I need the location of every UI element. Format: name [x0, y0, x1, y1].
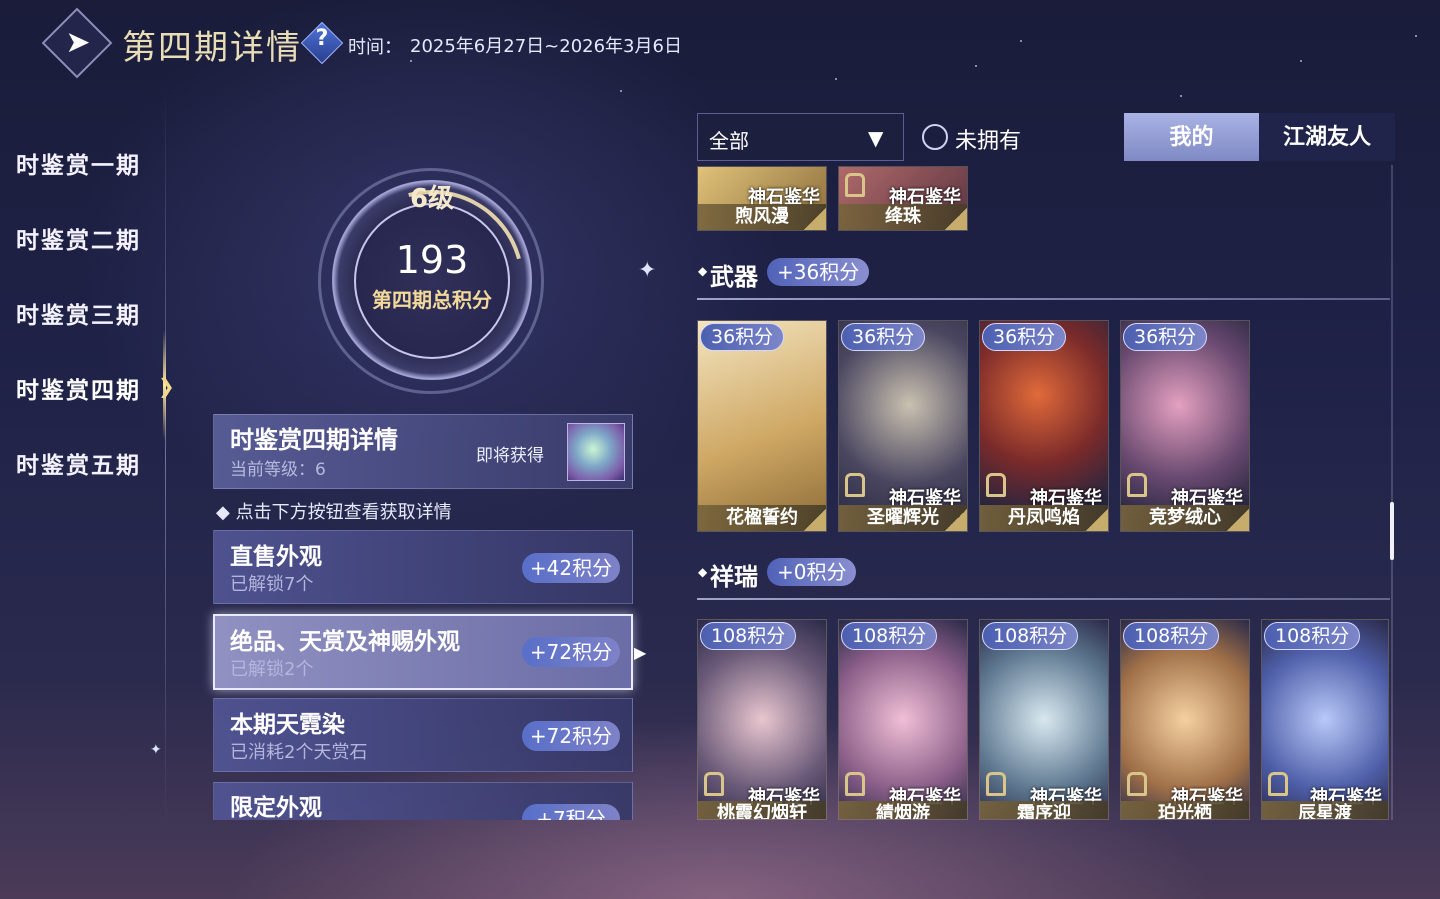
item-card[interactable]: 36积分 神石鉴华 丹凤鸣焰: [979, 320, 1109, 532]
hint-text: ◆ 点击下方按钮查看获取详情: [216, 502, 452, 523]
item-card[interactable]: 神石鉴华 绛珠: [838, 166, 968, 231]
unowned-label[interactable]: 未拥有: [955, 123, 1021, 155]
total-score-label: 第四期总积分: [372, 288, 492, 312]
sidebar-item-period-2[interactable]: 时鉴赏二期: [16, 221, 141, 255]
selected-arrow-icon: ▶: [634, 643, 647, 662]
source-points-badge: +72积分: [522, 637, 620, 667]
total-score: 193: [395, 238, 469, 282]
sidebar-item-period-5[interactable]: 时鉴赏五期: [16, 446, 141, 480]
item-card[interactable]: 108积分 神石鉴华 辰星渡: [1261, 619, 1389, 820]
item-card[interactable]: 神石鉴华 煦风漫: [697, 166, 827, 231]
section-divider: [697, 598, 1390, 600]
item-card[interactable]: 36积分 神石鉴华 竞梦绒心: [1120, 320, 1250, 532]
level-label: 6级: [409, 184, 455, 214]
sidebar-item-period-1[interactable]: 时鉴赏一期: [16, 146, 141, 180]
source-subtitle: 已解锁7个: [230, 574, 314, 595]
source-title: 绝品、天赏及神赐外观: [230, 628, 460, 655]
active-marker-icon: ❯: [158, 374, 175, 398]
source-list-clip: 限定外观 +7积分: [213, 782, 633, 820]
source-subtitle: 已解锁2个: [230, 659, 314, 680]
page-title: 第四期详情: [122, 28, 302, 68]
lock-icon: [845, 772, 865, 796]
source-points-badge: +7积分: [522, 804, 620, 820]
item-card[interactable]: 108积分 神石鉴华 霜序迎: [979, 619, 1109, 820]
sidebar-divider: [165, 85, 166, 830]
lock-icon: [704, 772, 724, 796]
source-points-badge: +42积分: [522, 553, 620, 583]
time-range: 2025年6月27日~2026年3月6日: [410, 36, 682, 57]
unowned-radio[interactable]: [922, 124, 948, 150]
current-level: 当前等级：6: [230, 460, 326, 480]
source-title: 直售外观: [230, 543, 322, 570]
item-card[interactable]: 108积分 神石鉴华 綪烟游: [838, 619, 968, 820]
sparkle-icon: ✦: [150, 742, 162, 758]
lock-icon: [845, 173, 865, 197]
source-title: 本期天霓染: [230, 711, 345, 738]
lock-icon: [986, 473, 1006, 497]
scrollbar-thumb[interactable]: [1390, 502, 1394, 560]
detail-title: 时鉴赏四期详情: [230, 425, 398, 454]
chevron-down-icon: ▼: [868, 126, 884, 150]
item-card[interactable]: 108积分 神石鉴华 桃霞幻烟轩: [697, 619, 827, 820]
sparkle-icon: ✦: [638, 258, 657, 283]
tab-mine[interactable]: 我的: [1124, 113, 1259, 161]
section-title-mounts: 祥瑞: [710, 562, 758, 591]
source-title: 限定外观: [230, 794, 322, 820]
category-select-value: 全部: [709, 129, 749, 153]
time-label: 时间：: [348, 37, 402, 58]
sidebar-item-period-3[interactable]: 时鉴赏三期: [16, 296, 141, 330]
section-points-badge: +36积分: [767, 258, 870, 286]
section-title-weapons: 武器: [710, 262, 758, 291]
upcoming-reward-thumbnail[interactable]: [567, 423, 625, 481]
lock-icon: [845, 473, 865, 497]
scrollbar-track[interactable]: [1391, 165, 1393, 820]
item-card[interactable]: 36积分 神石鉴华 圣曜辉光: [838, 320, 968, 532]
section-points-badge: +0积分: [767, 558, 857, 586]
question-mark-icon: ?: [315, 26, 329, 51]
lock-icon: [986, 772, 1006, 796]
lock-icon: [1268, 772, 1288, 796]
tab-friends[interactable]: 江湖友人: [1259, 113, 1395, 161]
item-card[interactable]: 36积分 花楹誓约: [697, 320, 827, 532]
upcoming-reward-label: 即将获得: [476, 446, 544, 466]
source-points-badge: +72积分: [522, 721, 620, 751]
lock-icon: [1127, 473, 1147, 497]
lock-icon: [1127, 772, 1147, 796]
back-arrow-icon: ➤: [65, 25, 91, 60]
section-divider: [697, 298, 1390, 300]
item-card[interactable]: 108积分 神石鉴华 珀光栖: [1120, 619, 1250, 820]
source-subtitle: 已消耗2个天赏石: [230, 742, 368, 763]
sidebar-item-period-4[interactable]: 时鉴赏四期: [16, 371, 141, 405]
